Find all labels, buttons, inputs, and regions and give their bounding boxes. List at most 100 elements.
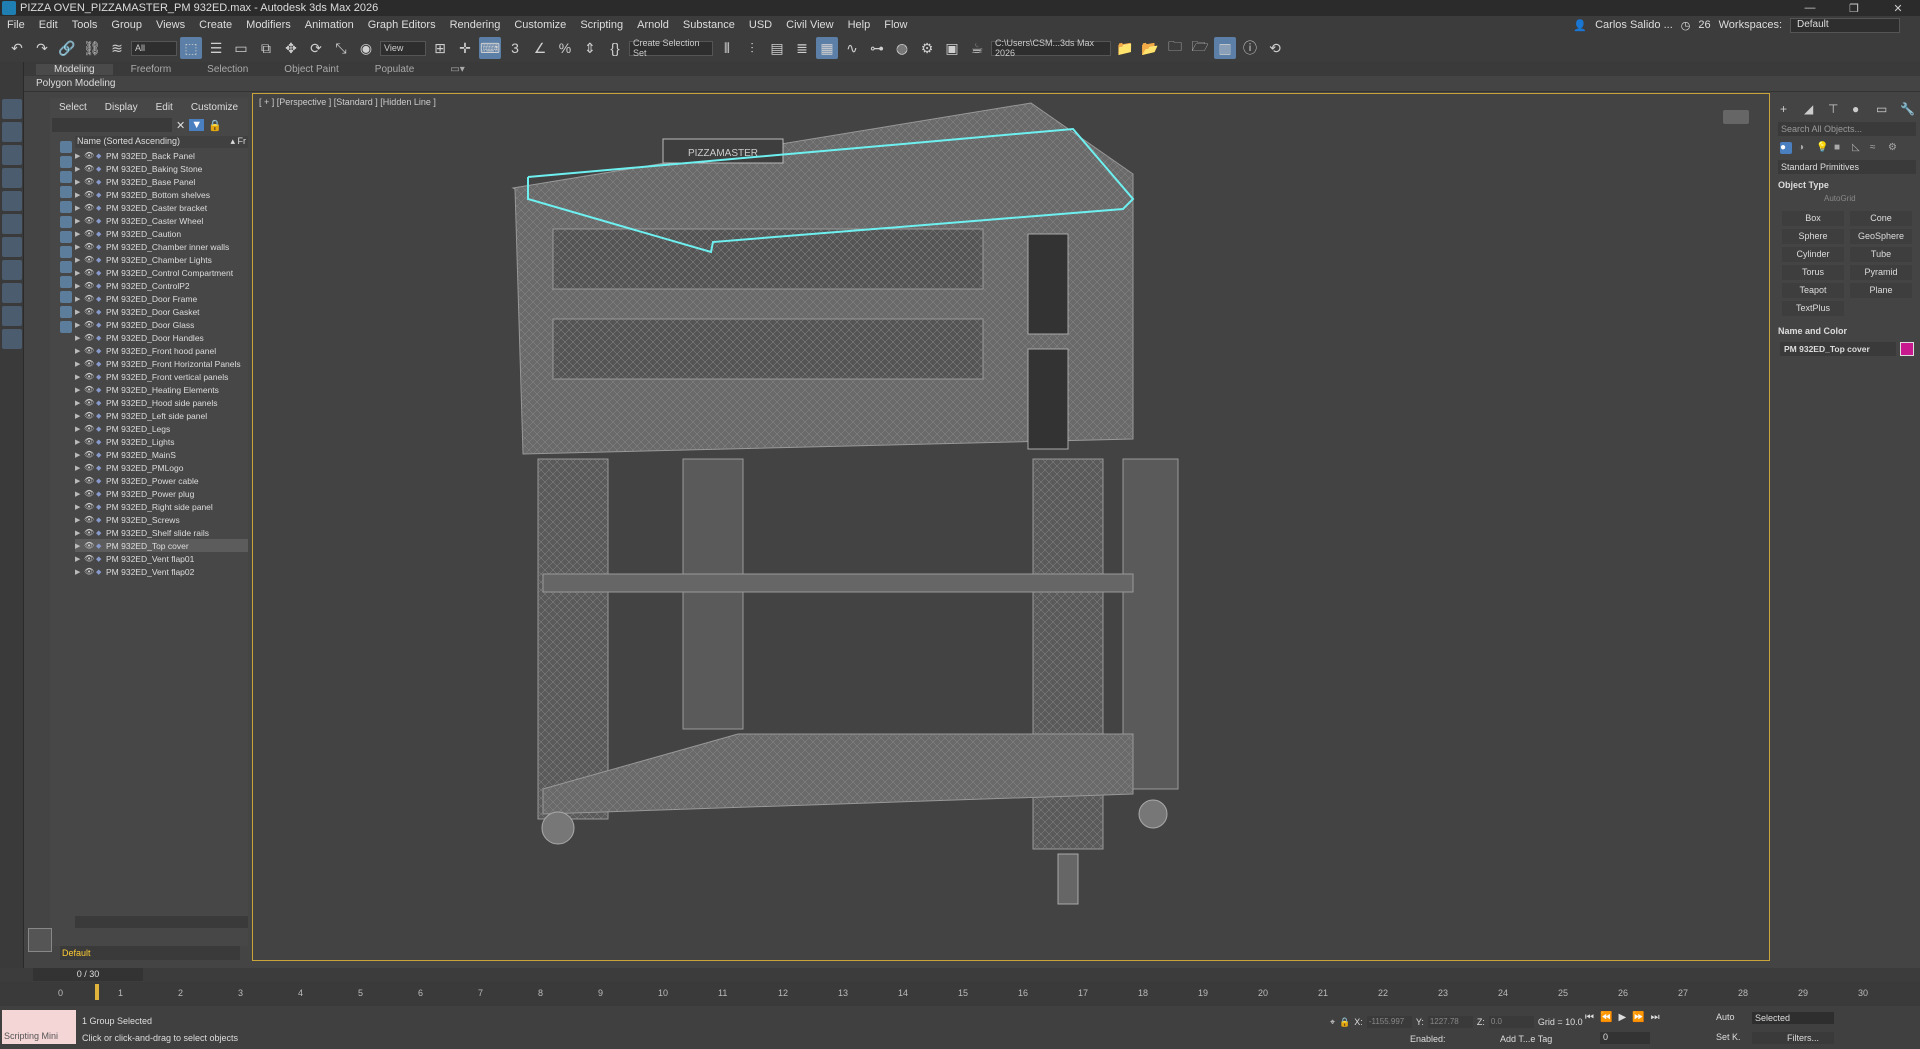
- hierarchy-panel-icon[interactable]: ⊤: [1828, 102, 1842, 116]
- scene-object-row[interactable]: ▶ 👁 ◆ PM 932ED_Front vertical panels: [75, 370, 248, 383]
- scene-object-row[interactable]: ▶ 👁 ◆ PM 932ED_Door Glass: [75, 318, 248, 331]
- filter-icon[interactable]: ▼: [189, 119, 205, 131]
- visibility-eye-icon[interactable]: 👁: [84, 190, 96, 199]
- visibility-eye-icon[interactable]: 👁: [84, 242, 96, 251]
- visibility-eye-icon[interactable]: 👁: [84, 398, 96, 407]
- scene-object-row[interactable]: ▶ 👁 ◆ PM 932ED_Hood side panels: [75, 396, 248, 409]
- tab-modeling[interactable]: Modeling: [36, 63, 113, 75]
- scene-object-row[interactable]: ▶ 👁 ◆ PM 932ED_Chamber inner walls: [75, 240, 248, 253]
- create-panel-icon[interactable]: +: [1780, 102, 1794, 116]
- folder-settings-icon[interactable]: 🗁: [1189, 37, 1211, 59]
- visibility-eye-icon[interactable]: 👁: [84, 515, 96, 524]
- visibility-eye-icon[interactable]: 👁: [84, 216, 96, 225]
- scene-object-row[interactable]: ▶ 👁 ◆ PM 932ED_Door Frame: [75, 292, 248, 305]
- expand-arrow-icon[interactable]: ▶: [75, 217, 84, 225]
- tab-populate[interactable]: Populate: [357, 64, 432, 75]
- scene-object-row[interactable]: ▶ 👁 ◆ PM 932ED_Shelf slide rails: [75, 526, 248, 539]
- visibility-eye-icon[interactable]: 👁: [84, 268, 96, 277]
- create-tool-icon[interactable]: [2, 99, 22, 119]
- scene-object-row[interactable]: ▶ 👁 ◆ PM 932ED_Door Handles: [75, 331, 248, 344]
- tab-freeform[interactable]: Freeform: [113, 64, 190, 75]
- open-folder-icon[interactable]: 📂: [1139, 37, 1161, 59]
- visibility-eye-icon[interactable]: 👁: [84, 320, 96, 329]
- menu-create[interactable]: Create: [192, 19, 239, 31]
- menu-arnold[interactable]: Arnold: [630, 19, 676, 31]
- visibility-eye-icon[interactable]: 👁: [84, 567, 96, 576]
- workspace-dropdown[interactable]: Default: [1790, 17, 1900, 33]
- visibility-eye-icon[interactable]: 👁: [84, 554, 96, 563]
- expand-arrow-icon[interactable]: ▶: [75, 529, 84, 537]
- menu-customize[interactable]: Customize: [507, 19, 573, 31]
- explorer-search-input[interactable]: [52, 118, 172, 132]
- expand-arrow-icon[interactable]: ▶: [75, 360, 84, 368]
- autogrid-checkbox[interactable]: AutoGrid: [1774, 194, 1920, 203]
- project-folder-icon[interactable]: 📁: [1114, 37, 1136, 59]
- selection-filter-dropdown[interactable]: All: [131, 40, 177, 56]
- display-panel-icon[interactable]: ▭: [1876, 102, 1890, 116]
- hierarchy-tool-icon[interactable]: [2, 145, 22, 165]
- lights-category-icon[interactable]: 💡: [1816, 142, 1828, 154]
- add-time-tag[interactable]: Add T...e Tag: [1500, 1034, 1552, 1044]
- visibility-eye-icon[interactable]: 👁: [84, 203, 96, 212]
- containers-filter-icon[interactable]: [60, 291, 72, 303]
- snaps-toggle-icon[interactable]: 3: [504, 37, 526, 59]
- scene-object-row[interactable]: ▶ 👁 ◆ PM 932ED_ControlP2: [75, 279, 248, 292]
- vol-tool-icon[interactable]: [2, 283, 22, 303]
- expand-arrow-icon[interactable]: ▶: [75, 204, 84, 212]
- next-frame-icon[interactable]: ⏩: [1632, 1012, 1644, 1023]
- scene-object-row[interactable]: ▶ 👁 ◆ PM 932ED_Base Panel: [75, 175, 248, 188]
- visibility-eye-icon[interactable]: 👁: [84, 424, 96, 433]
- visibility-eye-icon[interactable]: 👁: [84, 463, 96, 472]
- z-coordinate-field[interactable]: 0.0: [1488, 1016, 1534, 1028]
- expand-arrow-icon[interactable]: ▶: [75, 399, 84, 407]
- scene-object-row[interactable]: ▶ 👁 ◆ PM 932ED_Control Compartment: [75, 266, 248, 279]
- expand-arrow-icon[interactable]: ▶: [75, 230, 84, 238]
- motion-tool-icon[interactable]: [2, 168, 22, 188]
- paint-tool-icon[interactable]: [2, 329, 22, 349]
- scene-object-row[interactable]: ▶ 👁 ◆ PM 932ED_Chamber Lights: [75, 253, 248, 266]
- mirror-axis-icon[interactable]: ✛: [454, 37, 476, 59]
- lights-filter-icon[interactable]: [60, 186, 72, 198]
- expand-arrow-icon[interactable]: ▶: [75, 243, 84, 251]
- time-cursor[interactable]: [95, 984, 99, 1000]
- menu-graph-editors[interactable]: Graph Editors: [361, 19, 443, 31]
- expand-arrow-icon[interactable]: ▶: [75, 568, 84, 576]
- x-coordinate-field[interactable]: -1155.997: [1366, 1016, 1412, 1028]
- frozen-filter-icon[interactable]: [60, 306, 72, 318]
- visibility-eye-icon[interactable]: 👁: [84, 385, 96, 394]
- expand-arrow-icon[interactable]: ▶: [75, 178, 84, 186]
- timeline-ruler[interactable]: 0 1 2 3 4 5 6 7 8 9 10 11 12 13 14 15 16 17 18 19 20 21 22 23 24…: [48, 982, 1878, 1006]
- scene-object-row[interactable]: ▶ 👁 ◆ PM 932ED_Power plug: [75, 487, 248, 500]
- tube-button[interactable]: Tube: [1850, 247, 1912, 262]
- expand-arrow-icon[interactable]: ▶: [75, 503, 84, 511]
- menu-civil-view[interactable]: Civil View: [779, 19, 840, 31]
- expand-arrow-icon[interactable]: ▶: [75, 256, 84, 264]
- expand-arrow-icon[interactable]: ▶: [75, 308, 84, 316]
- layer-explorer-icon[interactable]: ≣: [791, 37, 813, 59]
- sphere-button[interactable]: Sphere: [1782, 229, 1844, 244]
- visibility-eye-icon[interactable]: 👁: [84, 281, 96, 290]
- unlink-icon[interactable]: ⛓: [81, 37, 103, 59]
- scene-object-row[interactable]: ▶ 👁 ◆ PM 932ED_Power cable: [75, 474, 248, 487]
- place-icon[interactable]: ◉: [355, 37, 377, 59]
- expand-arrow-icon[interactable]: ▶: [75, 477, 84, 485]
- current-frame-field[interactable]: 0: [1600, 1032, 1650, 1044]
- search-all-objects-input[interactable]: Search All Objects...: [1778, 122, 1916, 136]
- angle-snap-icon[interactable]: ∠: [529, 37, 551, 59]
- minimize-icon[interactable]: —: [1788, 2, 1832, 15]
- utilities-panel-icon[interactable]: 🔧: [1900, 102, 1915, 116]
- object-type-rollout[interactable]: Object Type: [1778, 180, 1916, 190]
- y-coordinate-field[interactable]: 1227.78: [1427, 1016, 1473, 1028]
- go-to-end-icon[interactable]: ⏭: [1651, 1012, 1660, 1023]
- visibility-eye-icon[interactable]: 👁: [84, 359, 96, 368]
- scene-object-row[interactable]: ▶ 👁 ◆ PM 932ED_Screws: [75, 513, 248, 526]
- set-key-button[interactable]: Set K.: [1716, 1032, 1741, 1042]
- expand-arrow-icon[interactable]: ▶: [75, 373, 84, 381]
- tab-object-paint[interactable]: Object Paint: [266, 64, 356, 75]
- material-editor-icon[interactable]: ◍: [891, 37, 913, 59]
- scene-object-row[interactable]: ▶ 👁 ◆ PM 932ED_Bottom shelves: [75, 188, 248, 201]
- visibility-eye-icon[interactable]: 👁: [84, 528, 96, 537]
- reference-coordinate-dropdown[interactable]: View: [380, 40, 426, 56]
- scene-object-row[interactable]: ▶ 👁 ◆ PM 932ED_Lights: [75, 435, 248, 448]
- menu-scripting[interactable]: Scripting: [573, 19, 630, 31]
